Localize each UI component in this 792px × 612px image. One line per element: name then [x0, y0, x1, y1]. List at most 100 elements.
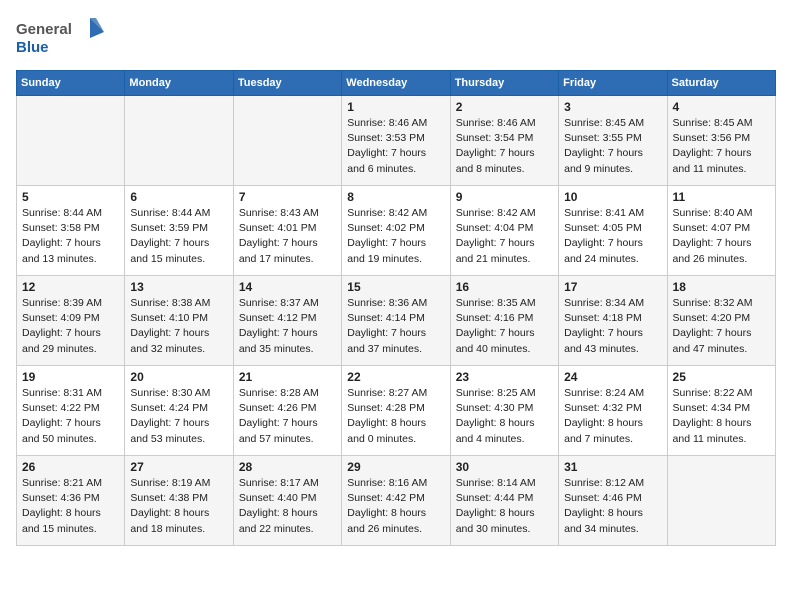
- day-number: 24: [564, 370, 661, 384]
- day-number: 28: [239, 460, 336, 474]
- calendar-cell: 10Sunrise: 8:41 AMSunset: 4:05 PMDayligh…: [559, 186, 667, 276]
- day-info: Sunrise: 8:19 AMSunset: 4:38 PMDaylight:…: [130, 476, 227, 537]
- day-number: 12: [22, 280, 119, 294]
- day-info: Sunrise: 8:46 AMSunset: 3:54 PMDaylight:…: [456, 116, 553, 177]
- day-number: 30: [456, 460, 553, 474]
- day-info: Sunrise: 8:36 AMSunset: 4:14 PMDaylight:…: [347, 296, 444, 357]
- day-info: Sunrise: 8:30 AMSunset: 4:24 PMDaylight:…: [130, 386, 227, 447]
- calendar-cell: 11 Sunrise: 8:40 AMSunset: 4:07 PMDayligh…: [667, 186, 775, 276]
- svg-text:General: General: [16, 21, 72, 38]
- day-info: Sunrise: 8:46 AMSunset: 3:53 PMDaylight:…: [347, 116, 444, 177]
- day-info: Sunrise: 8:12 AMSunset: 4:46 PMDaylight:…: [564, 476, 661, 537]
- svg-text:Blue: Blue: [16, 39, 49, 56]
- day-info: Sunrise: 8:41 AMSunset: 4:05 PMDaylight:…: [564, 206, 661, 267]
- calendar-cell: 31 Sunrise: 8:12 AMSunset: 4:46 PMDayligh…: [559, 456, 667, 546]
- calendar-cell: 22 Sunrise: 8:27 AMSunset: 4:28 PMDayligh…: [342, 366, 450, 456]
- day-info: Sunrise: 8:32 AMSunset: 4:20 PMDaylight:…: [673, 296, 770, 357]
- calendar-cell: [125, 96, 233, 186]
- calendar-cell: [17, 96, 125, 186]
- day-info: Sunrise: 8:34 AMSunset: 4:18 PMDaylight:…: [564, 296, 661, 357]
- day-info: Sunrise: 8:35 AMSunset: 4:16 PMDaylight:…: [456, 296, 553, 357]
- day-info: Sunrise: 8:28 AMSunset: 4:26 PMDaylight:…: [239, 386, 336, 447]
- calendar-cell: 26Sunrise: 8:21 AMSunset: 4:36 PMDayligh…: [17, 456, 125, 546]
- calendar-cell: 16 Sunrise: 8:35 AMSunset: 4:16 PMDayligh…: [450, 276, 558, 366]
- day-info: Sunrise: 8:42 AMSunset: 4:04 PMDaylight:…: [456, 206, 553, 267]
- day-number: 5: [22, 190, 119, 204]
- day-number: 9: [456, 190, 553, 204]
- calendar-cell: 30Sunrise: 8:14 AMSunset: 4:44 PMDayligh…: [450, 456, 558, 546]
- calendar-cell: 9 Sunrise: 8:42 AMSunset: 4:04 PMDaylight…: [450, 186, 558, 276]
- day-number: 13: [130, 280, 227, 294]
- day-number: 16: [456, 280, 553, 294]
- day-info: Sunrise: 8:27 AMSunset: 4:28 PMDaylight:…: [347, 386, 444, 447]
- calendar-cell: 18 Sunrise: 8:32 AMSunset: 4:20 PMDayligh…: [667, 276, 775, 366]
- calendar-cell: 28Sunrise: 8:17 AMSunset: 4:40 PMDayligh…: [233, 456, 341, 546]
- calendar-week-row: 5 Sunrise: 8:44 AMSunset: 3:58 PMDaylight…: [17, 186, 776, 276]
- day-number: 25: [673, 370, 770, 384]
- day-number: 19: [22, 370, 119, 384]
- day-number: 7: [239, 190, 336, 204]
- day-number: 15: [347, 280, 444, 294]
- calendar-cell: 15 Sunrise: 8:36 AMSunset: 4:14 PMDayligh…: [342, 276, 450, 366]
- weekday-header-monday: Monday: [125, 71, 233, 96]
- calendar-table: SundayMondayTuesdayWednesdayThursdayFrid…: [16, 70, 776, 546]
- day-info: Sunrise: 8:16 AMSunset: 4:42 PMDaylight:…: [347, 476, 444, 537]
- calendar-cell: 12 Sunrise: 8:39 AMSunset: 4:09 PMDayligh…: [17, 276, 125, 366]
- day-number: 21: [239, 370, 336, 384]
- day-info: Sunrise: 8:37 AMSunset: 4:12 PMDaylight:…: [239, 296, 336, 357]
- day-number: 29: [347, 460, 444, 474]
- calendar-week-row: 19 Sunrise: 8:31 AMSunset: 4:22 PMDayligh…: [17, 366, 776, 456]
- weekday-header-sunday: Sunday: [17, 71, 125, 96]
- calendar-cell: 25Sunrise: 8:22 AMSunset: 4:34 PMDayligh…: [667, 366, 775, 456]
- calendar-cell: 29 Sunrise: 8:16 AMSunset: 4:42 PMDayligh…: [342, 456, 450, 546]
- day-number: 4: [673, 100, 770, 114]
- calendar-cell: [667, 456, 775, 546]
- day-number: 22: [347, 370, 444, 384]
- day-number: 27: [130, 460, 227, 474]
- day-info: Sunrise: 8:44 AMSunset: 3:59 PMDaylight:…: [130, 206, 227, 267]
- calendar-cell: 7Sunrise: 8:43 AMSunset: 4:01 PMDaylight…: [233, 186, 341, 276]
- day-number: 3: [564, 100, 661, 114]
- calendar-cell: 27 Sunrise: 8:19 AMSunset: 4:38 PMDayligh…: [125, 456, 233, 546]
- day-number: 20: [130, 370, 227, 384]
- calendar-cell: 14 Sunrise: 8:37 AMSunset: 4:12 PMDayligh…: [233, 276, 341, 366]
- day-number: 23: [456, 370, 553, 384]
- day-info: Sunrise: 8:42 AMSunset: 4:02 PMDaylight:…: [347, 206, 444, 267]
- day-info: Sunrise: 8:44 AMSunset: 3:58 PMDaylight:…: [22, 206, 119, 267]
- day-info: Sunrise: 8:25 AMSunset: 4:30 PMDaylight:…: [456, 386, 553, 447]
- calendar-cell: 8 Sunrise: 8:42 AMSunset: 4:02 PMDaylight…: [342, 186, 450, 276]
- day-number: 31: [564, 460, 661, 474]
- day-number: 8: [347, 190, 444, 204]
- logo: General Blue: [16, 16, 106, 58]
- calendar-cell: 24 Sunrise: 8:24 AMSunset: 4:32 PMDayligh…: [559, 366, 667, 456]
- day-info: Sunrise: 8:21 AMSunset: 4:36 PMDaylight:…: [22, 476, 119, 537]
- day-number: 18: [673, 280, 770, 294]
- calendar-cell: 4Sunrise: 8:45 AMSunset: 3:56 PMDaylight…: [667, 96, 775, 186]
- calendar-cell: 21 Sunrise: 8:28 AMSunset: 4:26 PMDayligh…: [233, 366, 341, 456]
- day-number: 2: [456, 100, 553, 114]
- day-number: 14: [239, 280, 336, 294]
- calendar-cell: 17 Sunrise: 8:34 AMSunset: 4:18 PMDayligh…: [559, 276, 667, 366]
- day-info: Sunrise: 8:31 AMSunset: 4:22 PMDaylight:…: [22, 386, 119, 447]
- calendar-cell: 1 Sunrise: 8:46 AMSunset: 3:53 PMDaylight…: [342, 96, 450, 186]
- day-number: 1: [347, 100, 444, 114]
- weekday-header-saturday: Saturday: [667, 71, 775, 96]
- weekday-header-wednesday: Wednesday: [342, 71, 450, 96]
- day-number: 11: [673, 190, 770, 204]
- day-info: Sunrise: 8:38 AMSunset: 4:10 PMDaylight:…: [130, 296, 227, 357]
- calendar-week-row: 1 Sunrise: 8:46 AMSunset: 3:53 PMDaylight…: [17, 96, 776, 186]
- day-number: 17: [564, 280, 661, 294]
- calendar-cell: 2 Sunrise: 8:46 AMSunset: 3:54 PMDaylight…: [450, 96, 558, 186]
- calendar-cell: 20 Sunrise: 8:30 AMSunset: 4:24 PMDayligh…: [125, 366, 233, 456]
- page-header: General Blue: [16, 16, 776, 58]
- day-info: Sunrise: 8:24 AMSunset: 4:32 PMDaylight:…: [564, 386, 661, 447]
- calendar-cell: [233, 96, 341, 186]
- day-number: 6: [130, 190, 227, 204]
- day-info: Sunrise: 8:39 AMSunset: 4:09 PMDaylight:…: [22, 296, 119, 357]
- calendar-cell: 5 Sunrise: 8:44 AMSunset: 3:58 PMDaylight…: [17, 186, 125, 276]
- calendar-week-row: 26Sunrise: 8:21 AMSunset: 4:36 PMDayligh…: [17, 456, 776, 546]
- weekday-header-tuesday: Tuesday: [233, 71, 341, 96]
- calendar-cell: 23 Sunrise: 8:25 AMSunset: 4:30 PMDayligh…: [450, 366, 558, 456]
- calendar-cell: 3Sunrise: 8:45 AMSunset: 3:55 PMDaylight…: [559, 96, 667, 186]
- day-info: Sunrise: 8:40 AMSunset: 4:07 PMDaylight:…: [673, 206, 770, 267]
